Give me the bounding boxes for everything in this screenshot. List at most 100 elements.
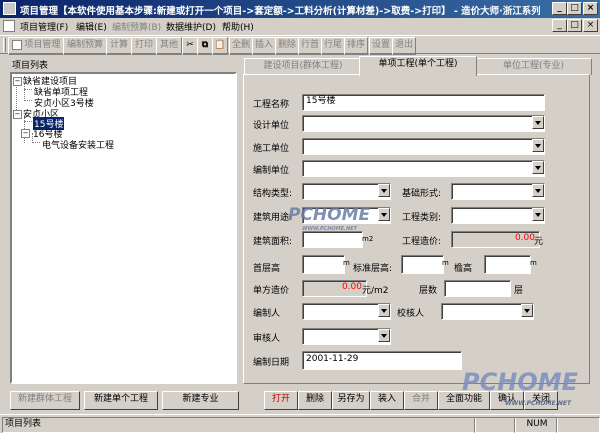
new-group-project-button[interactable]: 新建群体工程 bbox=[10, 391, 80, 410]
project-category-combo[interactable] bbox=[451, 207, 545, 224]
project-list-label: 项目列表 bbox=[12, 61, 49, 71]
chevron-down-icon[interactable] bbox=[378, 184, 390, 197]
chevron-down-icon[interactable] bbox=[378, 304, 390, 317]
eave-height-label: 檐高 bbox=[454, 264, 473, 274]
tree-line bbox=[32, 142, 40, 143]
watermark-url: WWW.PCHOME.NET bbox=[302, 226, 358, 232]
document-icon[interactable] bbox=[3, 20, 15, 32]
chevron-down-icon[interactable] bbox=[532, 184, 544, 197]
toolbar-last-row-button[interactable]: 行尾 bbox=[321, 37, 345, 55]
new-specialty-button[interactable]: 新建专业 bbox=[162, 391, 239, 410]
compile-unit-combo[interactable] bbox=[302, 160, 545, 177]
minimize-button[interactable]: _ bbox=[552, 2, 567, 15]
eave-height-unit: m bbox=[530, 259, 537, 267]
floors-unit: 层 bbox=[514, 286, 524, 296]
design-unit-combo[interactable] bbox=[302, 115, 545, 132]
menu-help[interactable]: 帮助(H) bbox=[222, 20, 254, 33]
area-input[interactable] bbox=[302, 231, 363, 248]
tree-line bbox=[24, 89, 32, 90]
project-tree[interactable]: − 缺省建设项目 缺省单项工程 安贞小区3号楼 − 安贞小区 15号楼 − 16… bbox=[10, 72, 237, 384]
toolbar-insert-button[interactable]: 插入 bbox=[252, 37, 276, 55]
cut-icon[interactable]: ✂ bbox=[182, 37, 198, 55]
tab-unit-project[interactable]: 单位工程(专业) bbox=[475, 58, 592, 75]
construction-unit-label: 施工单位 bbox=[253, 144, 290, 154]
chevron-down-icon[interactable] bbox=[532, 208, 544, 221]
doc-minimize-button[interactable]: _ bbox=[552, 19, 567, 32]
unit-cost-label: 单方造价 bbox=[253, 286, 290, 296]
chevron-down-icon[interactable] bbox=[532, 161, 544, 174]
tab-construction-project[interactable]: 建设项目(群体工程) bbox=[244, 58, 362, 75]
toolbar-budget-button[interactable]: 编制预算 bbox=[63, 37, 107, 55]
project-name-input[interactable]: 15号楼 bbox=[302, 94, 545, 111]
structure-type-label: 结构类型: bbox=[253, 189, 293, 199]
construction-unit-combo[interactable] bbox=[302, 138, 545, 155]
design-unit-label: 设计单位 bbox=[253, 121, 290, 131]
new-single-project-button[interactable]: 新建单个工程 bbox=[84, 391, 158, 410]
status-text: 项目列表 bbox=[2, 417, 476, 433]
doc-restore-button[interactable]: □ bbox=[567, 19, 582, 32]
toolbar-print-button[interactable]: 打印 bbox=[131, 37, 157, 55]
compiler-combo[interactable] bbox=[302, 303, 391, 320]
toolbar-settings-button[interactable]: 设置 bbox=[369, 37, 393, 55]
load-button[interactable]: 装入 bbox=[370, 391, 404, 410]
doc-close-button[interactable]: × bbox=[583, 19, 598, 32]
compile-unit-label: 编制单位 bbox=[253, 166, 290, 176]
chevron-down-icon[interactable] bbox=[378, 329, 390, 342]
maximize-button[interactable]: □ bbox=[567, 2, 582, 15]
chevron-down-icon[interactable] bbox=[532, 116, 544, 129]
num-lock-indicator: NUM bbox=[514, 417, 558, 433]
toolbar-first-row-button[interactable]: 行首 bbox=[298, 37, 322, 55]
title-bar[interactable]: 项目管理【本软件使用基本步骤:新建或打开一个项目->套定额->工料分析(计算材差… bbox=[0, 0, 600, 18]
watermark-logo: PCHOME bbox=[288, 205, 371, 225]
collapse-icon[interactable]: − bbox=[13, 110, 22, 119]
window-title: 项目管理【本软件使用基本步骤:新建或打开一个项目->套定额->工料分析(计算材差… bbox=[20, 6, 540, 17]
save-as-button[interactable]: 另存为 bbox=[332, 391, 370, 410]
project-icon bbox=[11, 39, 22, 50]
floors-input[interactable] bbox=[444, 280, 511, 297]
foundation-type-combo[interactable] bbox=[451, 183, 545, 200]
checker-combo[interactable] bbox=[441, 303, 534, 320]
menu-data[interactable]: 数据维护(D) bbox=[166, 20, 216, 33]
collapse-icon[interactable]: − bbox=[13, 77, 22, 86]
paste-icon[interactable]: 📋 bbox=[212, 37, 228, 55]
toolbar-other-button[interactable]: 其他 bbox=[156, 37, 182, 55]
chevron-down-icon[interactable] bbox=[378, 208, 390, 221]
close-button[interactable]: × bbox=[583, 2, 598, 15]
collapse-icon[interactable]: − bbox=[21, 129, 30, 138]
chevron-down-icon[interactable] bbox=[532, 139, 544, 152]
unit-cost-value: 0.00 bbox=[302, 280, 367, 297]
merge-button[interactable]: 合并 bbox=[404, 391, 438, 410]
copy-icon[interactable]: ⧉ bbox=[197, 37, 213, 55]
open-button[interactable]: 打开 bbox=[264, 391, 298, 410]
reviewer-label: 审核人 bbox=[253, 334, 281, 344]
cost-unit: 元 bbox=[534, 237, 544, 247]
toolbar-exit-button[interactable]: 退出 bbox=[392, 37, 416, 55]
toolbar-project-button[interactable]: 项目管理 bbox=[8, 37, 64, 55]
date-input[interactable]: 2001-11-29 bbox=[302, 351, 462, 370]
toolbar-grip bbox=[3, 38, 6, 52]
first-floor-height-input[interactable] bbox=[302, 255, 345, 274]
delete-button[interactable]: 删除 bbox=[298, 391, 332, 410]
structure-type-combo[interactable] bbox=[302, 183, 391, 200]
menu-project[interactable]: 项目管理(F) bbox=[20, 20, 68, 33]
std-floor-height-input[interactable] bbox=[401, 255, 444, 274]
toolbar-label: 项目管理 bbox=[24, 40, 61, 50]
std-floor-height-label: 标准层高: bbox=[353, 264, 393, 274]
app-icon[interactable] bbox=[3, 2, 16, 15]
eave-height-input[interactable] bbox=[484, 255, 531, 274]
toolbar-sort-button[interactable]: 排序 bbox=[344, 37, 368, 55]
toolbar-clear-button[interactable]: 全删 bbox=[229, 37, 253, 55]
toolbar-delete-button[interactable]: 删除 bbox=[275, 37, 299, 55]
toolbar: 项目管理 编制预算 计算 打印 其他 ✂ ⧉ 📋 全删 插入 删除 行首 行尾 … bbox=[0, 35, 600, 55]
floors-label: 层数 bbox=[419, 286, 438, 296]
reviewer-combo[interactable] bbox=[302, 328, 391, 345]
cost-label: 工程造价: bbox=[402, 237, 442, 247]
building-use-label: 建筑用途: bbox=[253, 213, 293, 223]
tab-single-project[interactable]: 单项工程(单个工程) bbox=[359, 56, 477, 76]
tree-line bbox=[24, 121, 32, 122]
menu-edit[interactable]: 编辑(E) bbox=[76, 20, 107, 33]
chevron-down-icon[interactable] bbox=[521, 304, 533, 317]
toolbar-calc-button[interactable]: 计算 bbox=[106, 37, 132, 55]
tree-item[interactable]: 电气设备安装工程 bbox=[42, 138, 114, 151]
menu-budget[interactable]: 编制预算(B) bbox=[112, 20, 161, 33]
